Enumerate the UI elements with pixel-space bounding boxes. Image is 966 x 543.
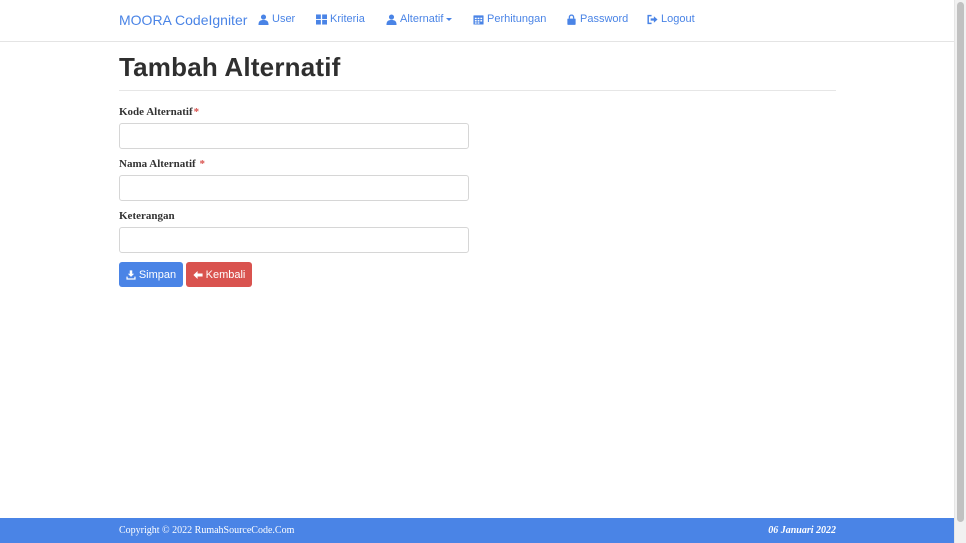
save-button-label: Simpan [138,268,177,281]
footer: Copyright © 2022 RumahSourceCode.Com 06 … [0,518,955,543]
nav-alternatif-dropdown[interactable]: Alternatif [386,13,453,25]
nav-user[interactable]: User [258,13,295,25]
scrollbar-thumb[interactable] [957,2,964,522]
kode-alternatif-label-text: Kode Alternatif [119,106,193,118]
log-out-icon [647,14,658,24]
caret-down-icon [446,17,453,21]
user-icon [386,13,397,25]
kode-alternatif-label: Kode Alternatif* [119,106,199,118]
arrow-left-icon [193,270,203,279]
nav-logout[interactable]: Logout [647,13,695,25]
page-title: Tambah Alternatif [119,52,341,82]
brand-link[interactable]: MOORA CodeIgniter [119,12,247,28]
calendar-icon [473,14,484,25]
th-large-icon [316,13,327,25]
nav-kriteria-label: Kriteria [330,13,365,25]
keterangan-label-text: Keterangan [119,210,175,222]
nav-alternatif-label: Alternatif [400,13,444,25]
vertical-scrollbar[interactable] [954,0,966,543]
nav-kriteria[interactable]: Kriteria [316,13,365,25]
copyright-text: Copyright © 2022 RumahSourceCode.Com [119,525,295,536]
required-mark: * [199,158,205,170]
nav-password[interactable]: Password [566,13,628,25]
save-button[interactable]: Simpan [119,262,183,287]
lock-icon [567,13,576,25]
top-navbar: MOORA CodeIgniter User Kriteria Alternat… [0,0,955,42]
back-button-label: Kembali [205,268,246,281]
title-divider [119,90,836,91]
nama-alternatif-input[interactable] [119,175,469,201]
required-mark: * [193,106,200,118]
nav-perhitungan-label: Perhitungan [487,13,547,25]
nama-alternatif-label: Nama Alternatif * [119,158,205,170]
user-icon [258,13,269,25]
keterangan-label: Keterangan [119,210,175,222]
kode-alternatif-input[interactable] [119,123,469,149]
nav-password-label: Password [580,13,629,25]
footer-date: 06 Januari 2022 [768,525,836,536]
nama-alternatif-label-text: Nama Alternatif [119,158,196,170]
back-button[interactable]: Kembali [186,262,252,287]
nav-logout-label: Logout [661,13,695,25]
keterangan-input[interactable] [119,227,469,253]
download-icon [126,269,136,280]
nav-perhitungan[interactable]: Perhitungan [473,13,546,25]
nav-user-label: User [272,13,296,25]
